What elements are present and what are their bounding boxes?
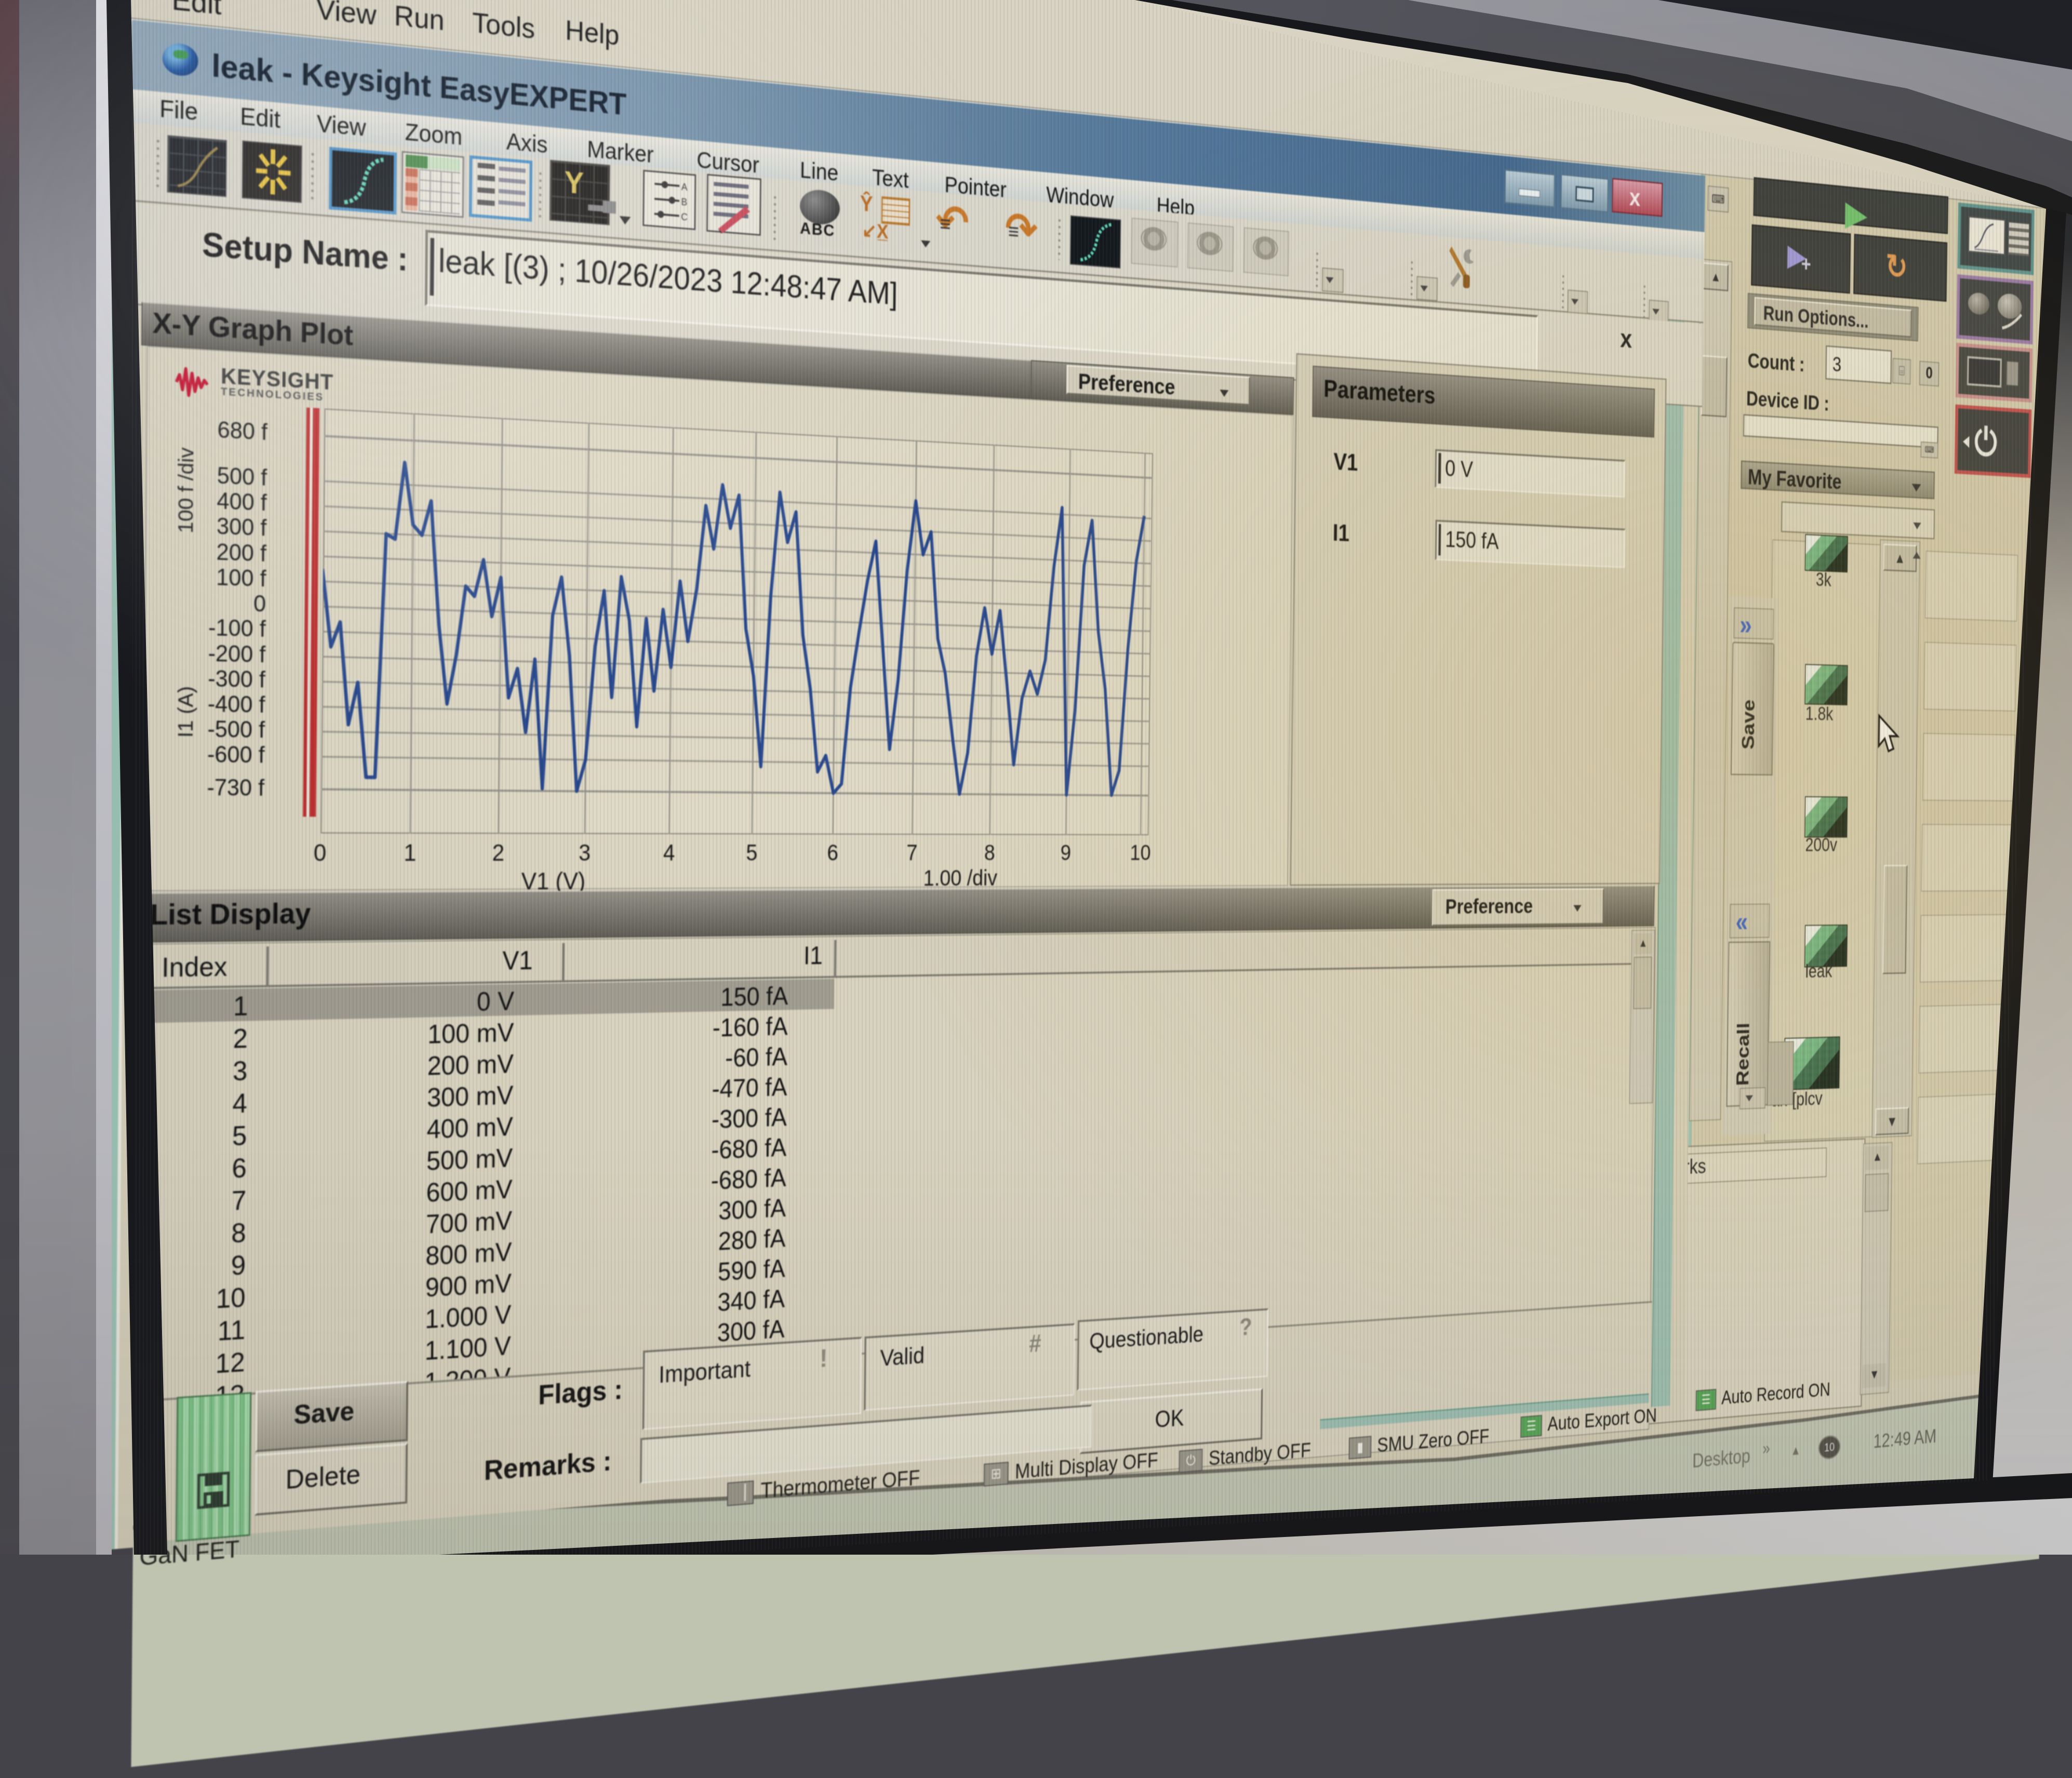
svg-text:B: B — [681, 196, 687, 208]
svg-text:A: A — [681, 181, 687, 193]
svg-text:C: C — [681, 211, 688, 223]
